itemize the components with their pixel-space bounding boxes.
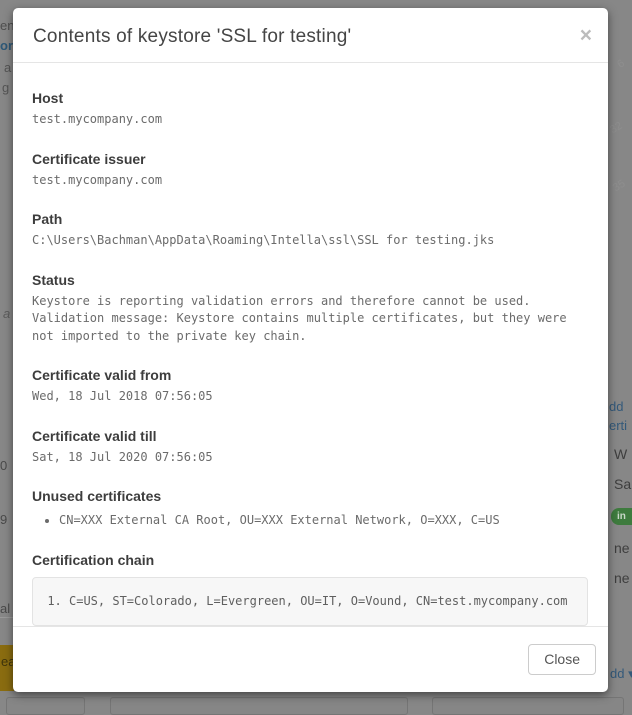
- certification-chain-item: C=US, ST=Colorado, L=Evergreen, OU=IT, O…: [69, 593, 575, 611]
- bg-field-fragment: [110, 697, 408, 715]
- bg-field-fragment: [6, 697, 85, 715]
- dialog-footer: Close: [13, 626, 608, 692]
- bg-yellow-button-fragment: ea: [0, 645, 14, 691]
- bg-text-fragment: a: [4, 60, 11, 75]
- path-value: C:\Users\Bachman\AppData\Roaming\Intella…: [32, 232, 588, 250]
- dialog-body: Host test.mycompany.com Certificate issu…: [13, 63, 608, 626]
- section-status: Status Keystore is reporting validation …: [32, 272, 588, 346]
- bg-text-fragment: W: [614, 446, 627, 462]
- certification-chain-label: Certification chain: [32, 552, 588, 568]
- valid-till-value: Sat, 18 Jul 2020 07:56:05: [32, 449, 588, 467]
- host-value: test.mycompany.com: [32, 111, 588, 129]
- host-label: Host: [32, 90, 588, 106]
- bg-text-fragment: 0: [0, 458, 7, 473]
- close-button[interactable]: Close: [528, 644, 596, 675]
- keystore-contents-dialog: Contents of keystore 'SSL for testing' ×…: [13, 8, 608, 692]
- unused-certificates-list: CN=XXX External CA Root, OU=XXX External…: [32, 512, 588, 530]
- bg-text-fragment: al: [0, 601, 10, 616]
- close-icon[interactable]: ×: [580, 25, 592, 46]
- bg-link-fragment: or: [0, 38, 13, 53]
- certification-chain-box: C=US, ST=Colorado, L=Evergreen, OU=IT, O…: [32, 577, 588, 627]
- bg-watermark: 32: [608, 120, 625, 137]
- certification-chain-list: C=US, ST=Colorado, L=Evergreen, OU=IT, O…: [45, 593, 575, 611]
- section-certificate-issuer: Certificate issuer test.mycompany.com: [32, 151, 588, 190]
- bg-green-badge-fragment: in: [611, 508, 632, 525]
- bg-link-fragment: dd: [609, 399, 623, 414]
- section-valid-till: Certificate valid till Sat, 18 Jul 2020 …: [32, 428, 588, 467]
- bg-text-fragment: g: [2, 80, 9, 95]
- bg-text-fragment: 9: [0, 512, 7, 527]
- caret-down-icon: ▾: [628, 666, 632, 681]
- dialog-title: Contents of keystore 'SSL for testing': [33, 26, 588, 48]
- section-certification-chain: Certification chain C=US, ST=Colorado, L…: [32, 552, 588, 627]
- bg-text-fragment: a: [3, 306, 10, 321]
- bg-divider: [0, 617, 13, 618]
- bg-add-button-fragment: dd ▾: [610, 666, 632, 682]
- bg-field-fragment: [432, 697, 624, 715]
- valid-till-label: Certificate valid till: [32, 428, 588, 444]
- bg-link-fragment: erti: [609, 418, 627, 433]
- path-label: Path: [32, 211, 588, 227]
- bg-watermark: 6: [615, 57, 627, 70]
- bg-watermark: 35: [611, 178, 628, 195]
- bg-text-fragment: ne: [614, 540, 630, 556]
- valid-from-value: Wed, 18 Jul 2018 07:56:05: [32, 388, 588, 406]
- valid-from-label: Certificate valid from: [32, 367, 588, 383]
- bg-text-fragment: ne: [614, 570, 630, 586]
- dialog-header: Contents of keystore 'SSL for testing' ×: [13, 8, 608, 63]
- certificate-issuer-label: Certificate issuer: [32, 151, 588, 167]
- bg-text-fragment: Sa: [614, 476, 631, 492]
- section-unused-certificates: Unused certificates CN=XXX External CA R…: [32, 488, 588, 530]
- section-valid-from: Certificate valid from Wed, 18 Jul 2018 …: [32, 367, 588, 406]
- unused-certificate-item: CN=XXX External CA Root, OU=XXX External…: [59, 512, 588, 530]
- status-label: Status: [32, 272, 588, 288]
- section-path: Path C:\Users\Bachman\AppData\Roaming\In…: [32, 211, 588, 250]
- unused-certificates-label: Unused certificates: [32, 488, 588, 504]
- status-value: Keystore is reporting validation errors …: [32, 293, 588, 346]
- certificate-issuer-value: test.mycompany.com: [32, 172, 588, 190]
- section-host: Host test.mycompany.com: [32, 90, 588, 129]
